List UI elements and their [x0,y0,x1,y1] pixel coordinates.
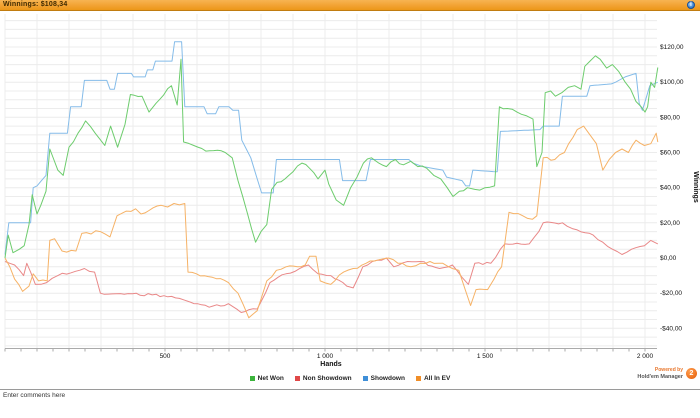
x-tick-label: 500 [160,353,171,360]
legend-swatch-icon [415,376,421,381]
legend-swatch-icon [362,376,368,381]
y-axis-title: Winnings [692,171,699,203]
legend-item-all-in-ev[interactable]: All In EV [415,375,451,382]
y-tick-label: $20,00 [660,220,680,227]
brand-label: Hold'em Manager [637,373,683,380]
chart-legend: Net Won Non Showdown Showdown All In EV [0,375,700,382]
legend-swatch-icon [294,376,300,381]
y-tick-label: $40,00 [660,185,680,192]
axes [4,348,657,352]
grid-lines [4,14,657,348]
y-tick-label: $60,00 [660,150,680,157]
holdem-manager-logo-icon: 2 [686,368,697,380]
comments-input[interactable] [0,389,700,418]
x-tick-label: 1 000 [317,353,334,360]
y-tick-label: $80,00 [660,114,680,121]
x-tick-label: 1 500 [477,353,494,360]
legend-label: Non Showdown [302,375,352,382]
legend-item-non-showdown[interactable]: Non Showdown [294,375,352,382]
y-tick-label: -$20,00 [660,290,682,297]
legend-label: Showdown [370,375,405,382]
y-tick-label: $100,00 [660,79,684,86]
powered-by-footer: Powered by Hold'em Manager 2 [637,367,697,380]
winnings-chart: 500 1 000 1 500 2 000 $120,00 $100,00 $80,00 $6… [4,14,699,368]
legend-item-showdown[interactable]: Showdown [362,375,405,382]
chart-series [4,41,659,319]
x-axis-title: Hands [320,361,342,368]
legend-label: All In EV [423,375,451,382]
winnings-graph-window: Winnings: $108,34 i 500 1 000 1 500 2 000 $1… [0,0,700,418]
series-line-net-won [4,55,659,259]
y-tick-label: $0,00 [660,255,677,262]
legend-swatch-icon [249,376,255,381]
series-line-all-in-ev [4,125,659,319]
y-tick-label: -$40,00 [660,325,682,332]
x-tick-label: 2 000 [637,353,654,360]
legend-item-net-won[interactable]: Net Won [249,375,284,382]
legend-label: Net Won [257,375,284,382]
y-tick-label: $120,00 [660,44,684,51]
